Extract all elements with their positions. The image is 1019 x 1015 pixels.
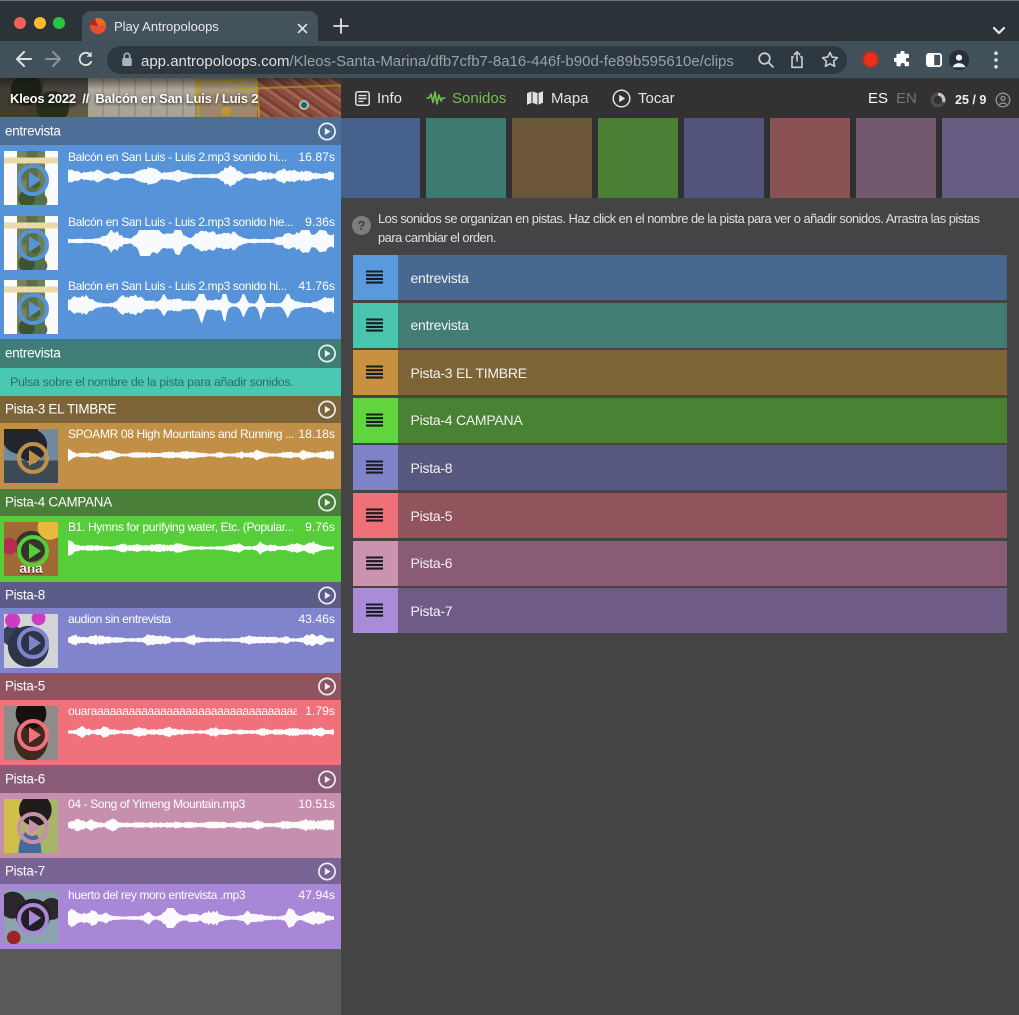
- svg-text:?: ?: [358, 218, 366, 233]
